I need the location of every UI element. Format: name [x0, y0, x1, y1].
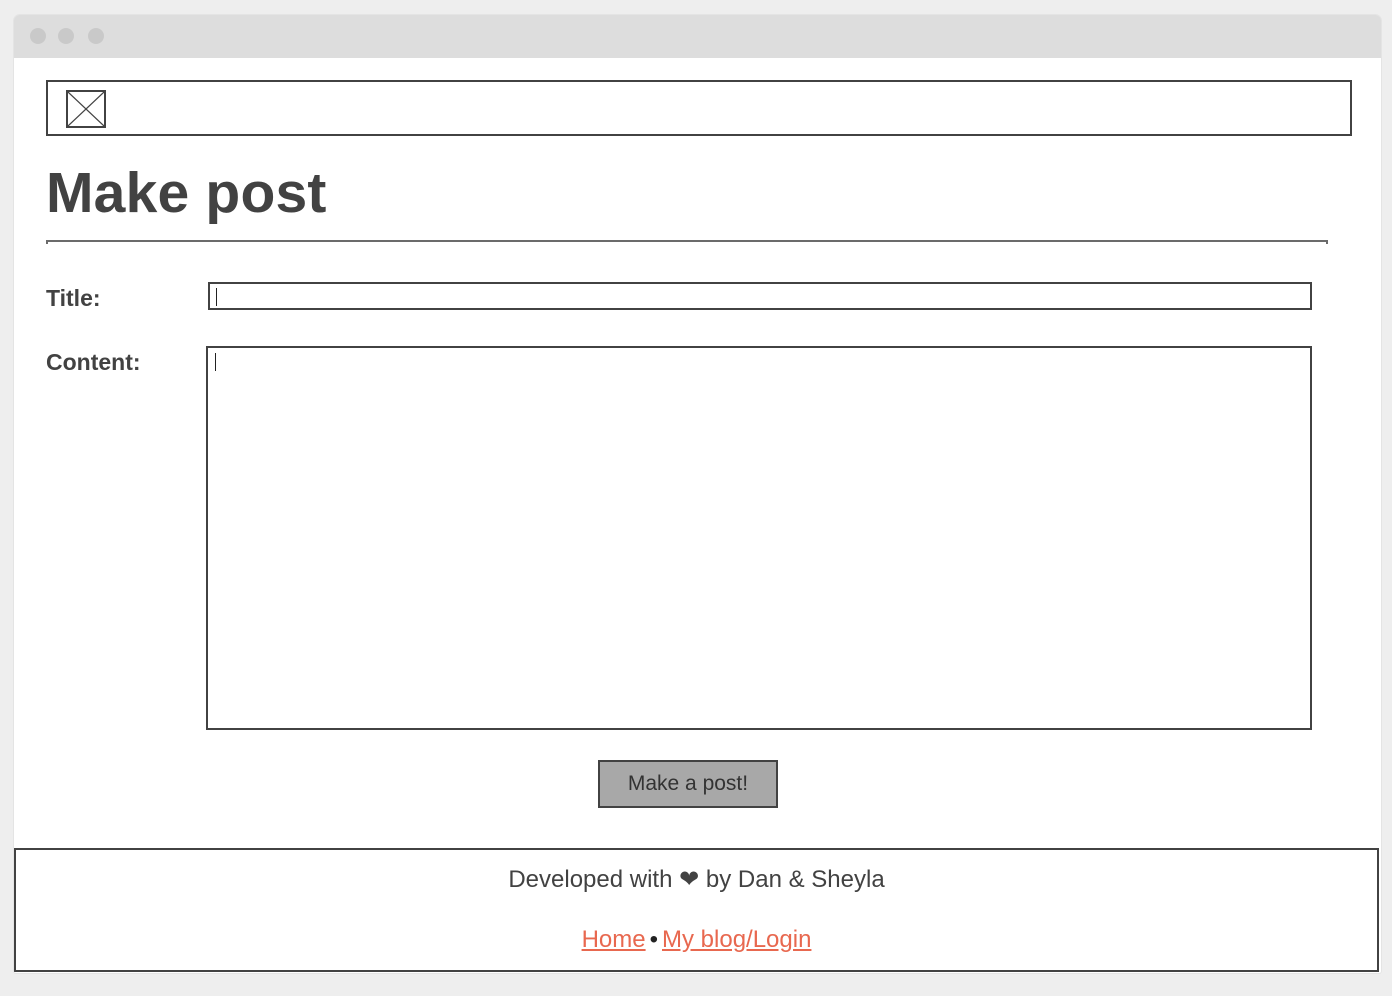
content-label: Content:: [46, 349, 141, 375]
heart-icon: ❤: [679, 866, 700, 893]
site-footer: Developed with ❤ by Dan & Sheyla Home • My…: [14, 848, 1379, 972]
credit-prefix: Developed with: [508, 866, 673, 893]
footer-credit: Developed with ❤ by Dan & Sheyla: [16, 865, 1377, 894]
footer-links: Home • My blog/Login: [16, 926, 1377, 954]
title-divider: [46, 240, 1328, 244]
content-text-cursor: [215, 353, 216, 371]
traffic-light-2[interactable]: [58, 28, 74, 44]
my-blog-login-link[interactable]: My blog/Login: [662, 926, 811, 953]
page-content: Make post Title: Content: Make a post! D…: [14, 15, 1381, 973]
content-textarea[interactable]: [206, 346, 1312, 730]
logo-image-placeholder-icon[interactable]: [66, 90, 106, 128]
make-post-button[interactable]: Make a post!: [598, 760, 778, 808]
traffic-light-3[interactable]: [88, 28, 104, 44]
home-link[interactable]: Home: [582, 926, 646, 953]
window-titlebar-bar: [14, 15, 1381, 58]
title-label: Title:: [46, 285, 101, 311]
page-title: Make post: [46, 161, 327, 225]
footer-separator: •: [649, 926, 658, 953]
title-input[interactable]: [208, 282, 1312, 310]
title-text-cursor: [216, 288, 217, 306]
traffic-light-1[interactable]: [30, 28, 46, 44]
credit-suffix: by Dan & Sheyla: [705, 866, 885, 893]
site-header: [46, 80, 1352, 136]
